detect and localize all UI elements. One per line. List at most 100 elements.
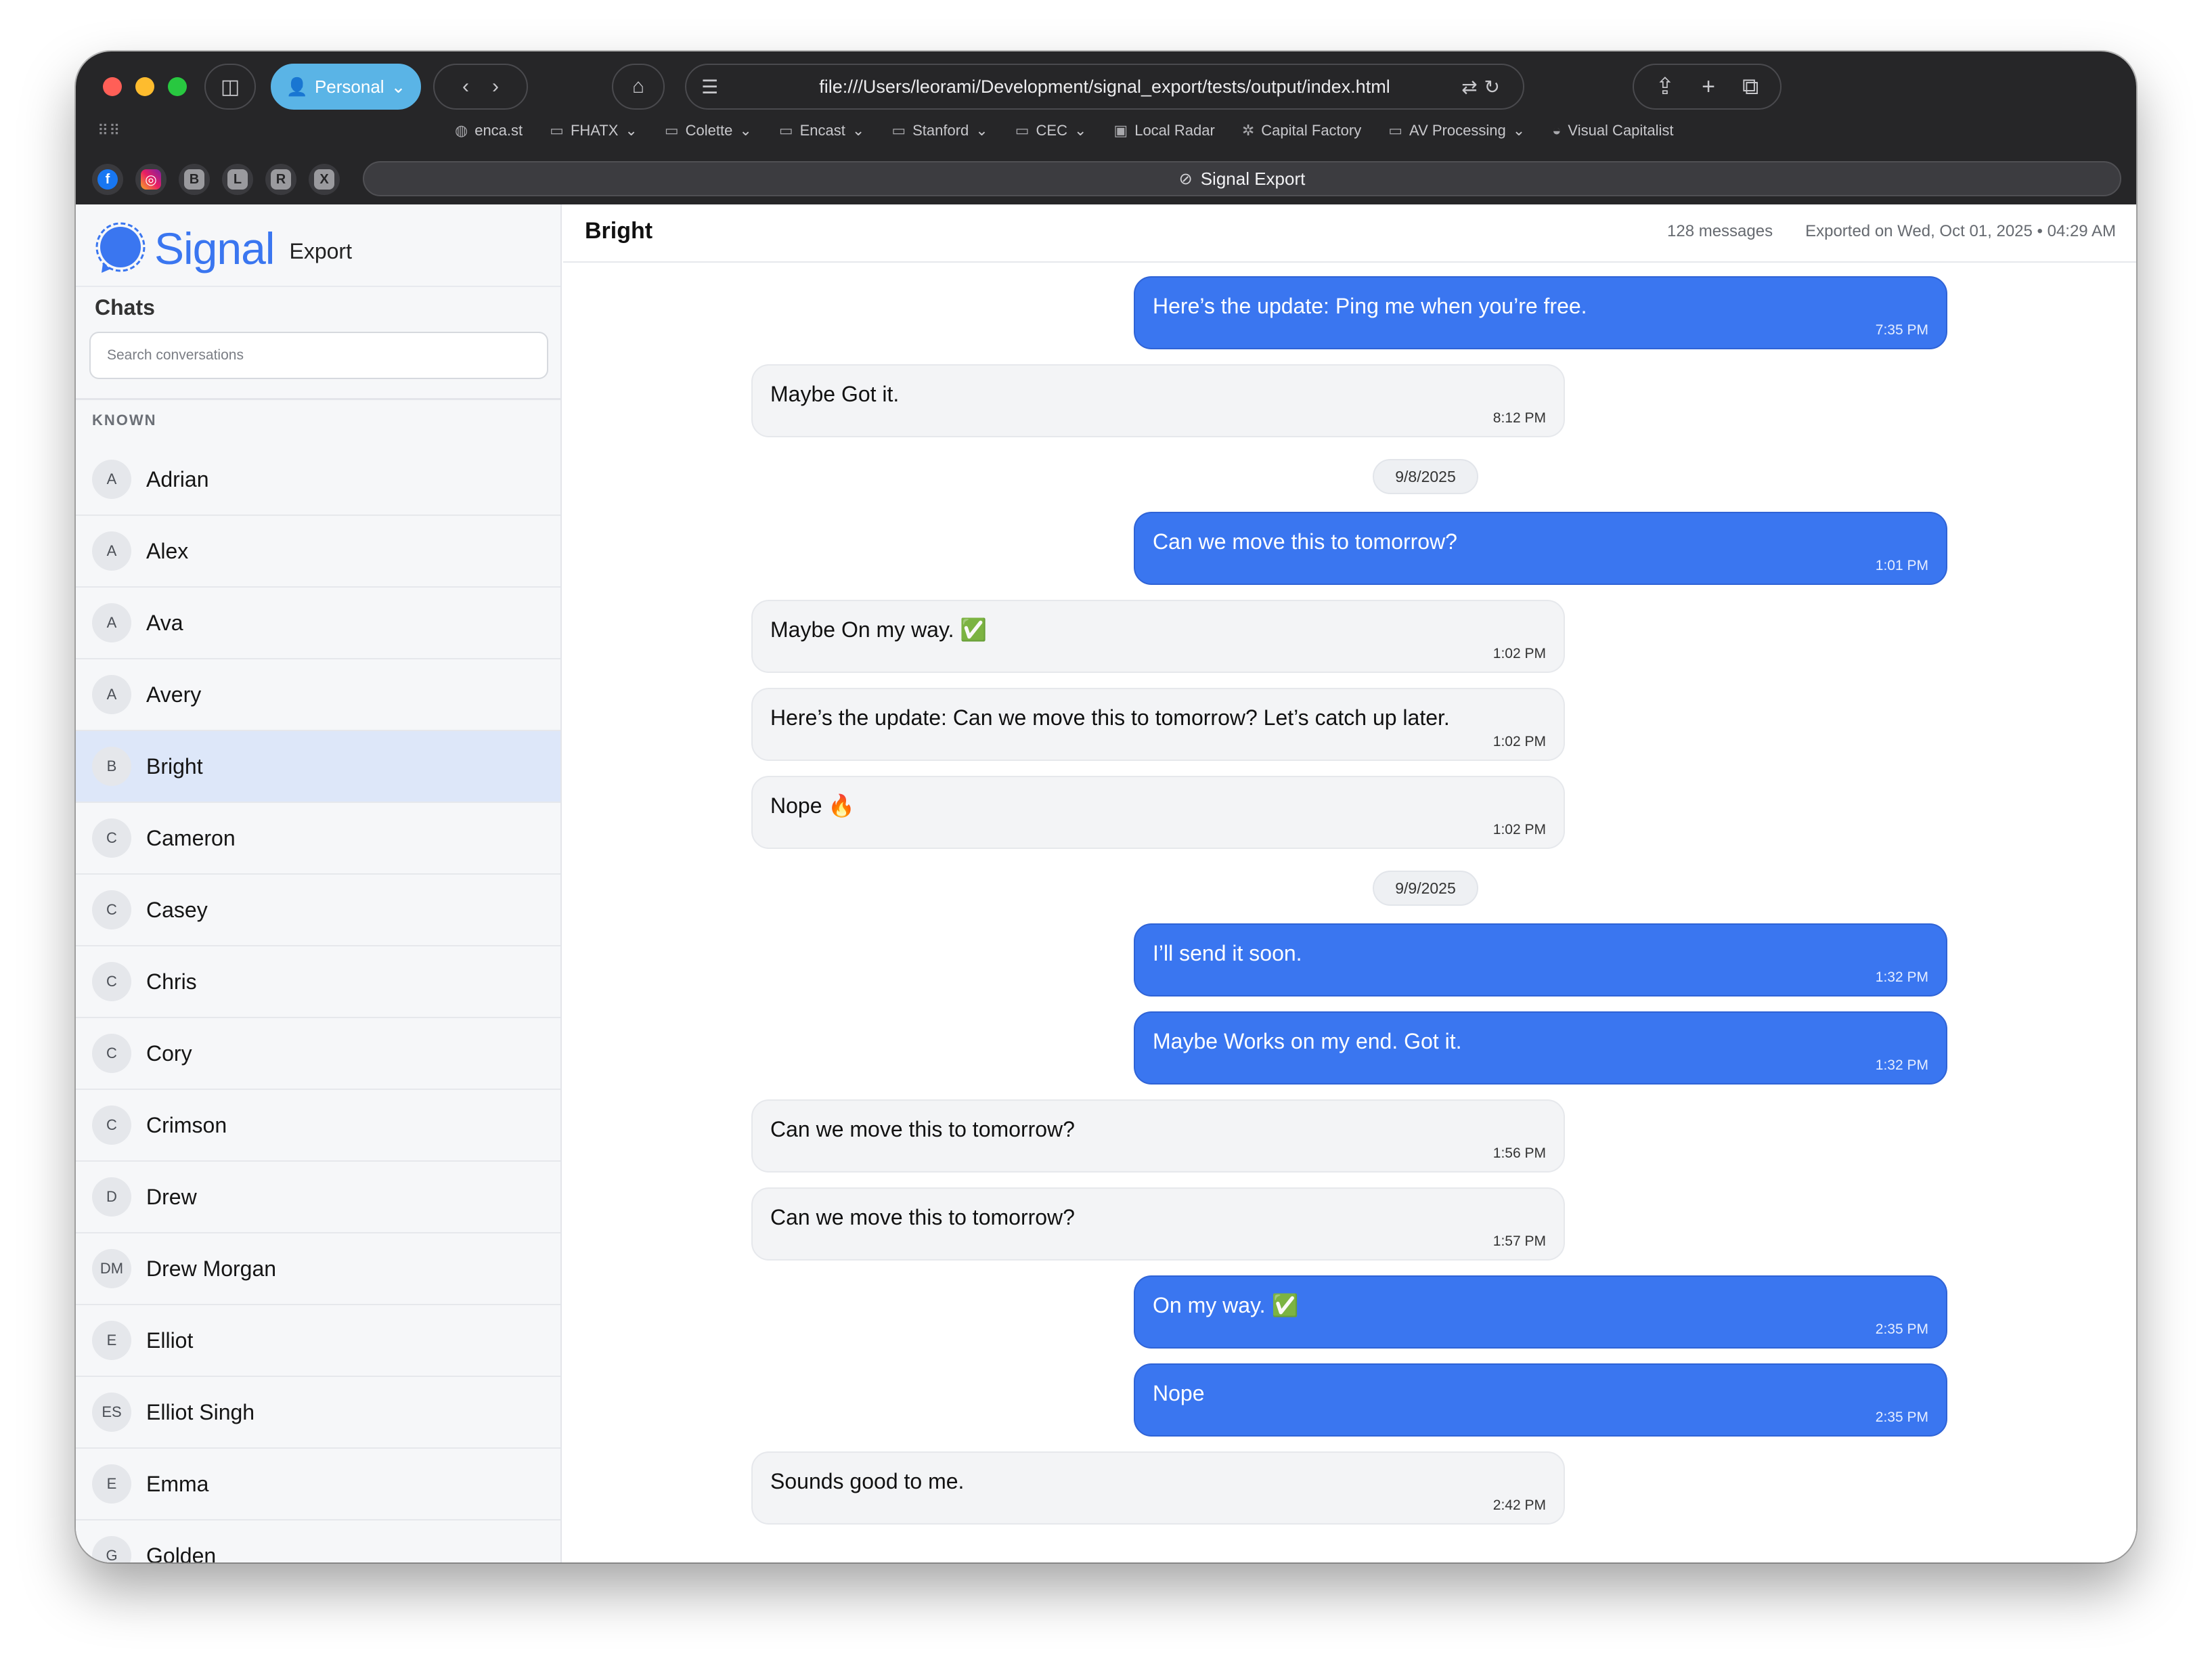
contact-item-alex[interactable]: A Alex — [76, 516, 560, 588]
contact-item-cory[interactable]: C Cory — [76, 1018, 560, 1090]
globe-icon: ◍ — [455, 122, 468, 139]
bookmark-folder[interactable]: ▭ AV Processing ⌄ — [1388, 122, 1525, 139]
contact-item-crimson[interactable]: C Crimson — [76, 1090, 560, 1162]
contact-name: Cameron — [146, 825, 236, 850]
folder-icon: ▭ — [1388, 122, 1403, 139]
contact-item-golden[interactable]: G Golden — [76, 1520, 560, 1562]
outgoing-message: Maybe Works on my end. Got it. 1:32 PM — [1134, 1011, 1947, 1085]
contact-name: Avery — [146, 682, 202, 707]
avatar: C — [92, 962, 131, 1001]
sidebar-icon: ◫ — [220, 75, 240, 98]
pinned-tab-r[interactable]: R — [265, 164, 296, 195]
share-icon[interactable]: ⇪ — [1656, 73, 1675, 100]
chat-sidebar: Signal Export Chats KNOWN A Adrian A Alex … — [76, 204, 562, 1562]
bookmark-folder[interactable]: ▭ FHATX ⌄ — [550, 122, 638, 139]
url-text: file:///Users/leorami/Development/signal… — [819, 76, 1390, 97]
bookmark-item[interactable]: ✲ Capital Factory — [1242, 122, 1361, 139]
message-time: 1:02 PM — [1492, 822, 1546, 837]
contact-item-cameron[interactable]: C Cameron — [76, 803, 560, 875]
chevron-down-icon: ⌄ — [391, 76, 406, 97]
bookmark-item[interactable]: ◒ Visual Capitalist — [1552, 122, 1673, 139]
pinned-tab-instagram[interactable]: ◎ — [135, 164, 167, 195]
reload-icon[interactable]: ↻ — [1484, 76, 1507, 97]
bookmark-item[interactable]: ▣ Local Radar — [1113, 122, 1214, 139]
contact-item-emma[interactable]: E Emma — [76, 1449, 560, 1520]
contact-name: Bright — [146, 753, 203, 779]
message-text: Can we move this to tomorrow? — [770, 1205, 1075, 1229]
pinned-tab-x[interactable]: X — [309, 164, 340, 195]
contact-item-elliot-singh[interactable]: ES Elliot Singh — [76, 1377, 560, 1449]
folder-icon: ▭ — [664, 122, 679, 139]
person-icon: 👤 — [286, 76, 308, 97]
bookmark-folder[interactable]: ▭ CEC ⌄ — [1015, 122, 1087, 139]
message-text: Maybe Got it. — [770, 382, 900, 406]
new-tab-icon[interactable]: + — [1702, 74, 1715, 100]
minimize-window-button[interactable] — [135, 77, 154, 96]
outgoing-message: Here’s the update: Ping me when you’re f… — [1134, 276, 1947, 349]
translate-icon[interactable]: ⇄ — [1461, 76, 1484, 97]
bookmark-folder[interactable]: ▭ Colette ⌄ — [665, 122, 752, 139]
contact-item-avery[interactable]: A Avery — [76, 659, 560, 731]
message-text: Here’s the update: Can we move this to t… — [770, 705, 1450, 730]
contact-item-elliot[interactable]: E Elliot — [76, 1305, 560, 1377]
avatar: A — [92, 603, 131, 642]
letter-b-icon: B — [184, 169, 204, 190]
message-time: 1:56 PM — [1492, 1145, 1546, 1161]
address-bar[interactable]: ☰ file:///Users/leorami/Development/sign… — [685, 64, 1524, 110]
bookmark-folder[interactable]: ▭ Stanford ⌄ — [891, 122, 988, 139]
bookmark-folder[interactable]: ▭ Encast ⌄ — [779, 122, 865, 139]
contact-item-drew[interactable]: D Drew — [76, 1162, 560, 1233]
bookmark-label: Colette — [685, 122, 733, 139]
pinned-tab-b[interactable]: B — [179, 164, 210, 195]
avatar: B — [92, 747, 131, 786]
contact-item-adrian[interactable]: A Adrian — [76, 444, 560, 516]
apps-grid-icon[interactable]: ⠿⠿ — [97, 122, 120, 139]
outgoing-message: Can we move this to tomorrow? 1:01 PM — [1134, 512, 1947, 585]
letter-l-icon: L — [227, 169, 248, 190]
back-button[interactable]: ‹ — [462, 75, 469, 98]
contact-item-bright[interactable]: B Bright — [76, 731, 560, 803]
search-input[interactable] — [89, 332, 548, 379]
message-time: 2:35 PM — [1875, 1409, 1928, 1425]
window-controls — [103, 77, 187, 96]
outgoing-message: I’ll send it soon. 1:32 PM — [1134, 923, 1947, 997]
bookmark-item[interactable]: ◍ enca.st — [455, 122, 523, 139]
star-icon: ✲ — [1241, 122, 1255, 139]
contact-name: Elliot — [146, 1328, 194, 1353]
zoom-window-button[interactable] — [168, 77, 187, 96]
contact-item-ava[interactable]: A Ava — [76, 588, 560, 659]
contact-name: Drew — [146, 1184, 197, 1209]
message-text: Can we move this to tomorrow? — [770, 1117, 1075, 1141]
tab-title: Signal Export — [1200, 168, 1306, 189]
pinned-tab-l[interactable]: L — [222, 164, 253, 195]
site-icon: ◒ — [1552, 122, 1562, 139]
message-time: 7:35 PM — [1875, 322, 1928, 338]
incoming-message: Here’s the update: Can we move this to t… — [751, 688, 1565, 761]
message-time: 2:35 PM — [1875, 1321, 1928, 1337]
avatar: A — [92, 531, 131, 571]
sidebar-toggle-button[interactable]: ◫ — [204, 64, 256, 110]
contact-item-casey[interactable]: C Casey — [76, 875, 560, 946]
message-count: 128 messages — [1667, 222, 1773, 240]
bookmarks-bar: ◍ enca.st ▭ FHATX ⌄ ▭ Colette ⌄ ▭ Encast ⌄ ▭ Sta… — [455, 122, 1674, 139]
forward-button[interactable]: › — [492, 75, 499, 98]
active-tab[interactable]: ⊘ Signal Export — [363, 161, 2121, 196]
avatar: C — [92, 890, 131, 929]
chats-heading: Chats — [95, 295, 155, 320]
profile-button[interactable]: 👤 Personal ⌄ — [271, 64, 421, 110]
contact-item-chris[interactable]: C Chris — [76, 946, 560, 1018]
outgoing-message: On my way. ✅ 2:35 PM — [1134, 1275, 1947, 1349]
message-text: I’ll send it soon. — [1153, 941, 1302, 965]
folder-icon: ▭ — [891, 122, 906, 139]
contact-name: Casey — [146, 897, 208, 922]
pinned-tab-facebook[interactable]: f — [92, 164, 123, 195]
conversation-pane: Bright 128 messages Exported on Wed, Oct… — [563, 204, 2136, 1562]
home-button[interactable]: ⌂ — [612, 64, 665, 110]
incoming-message: Can we move this to tomorrow? 1:56 PM — [751, 1099, 1565, 1173]
incoming-message: Can we move this to tomorrow? 1:57 PM — [751, 1187, 1565, 1261]
radar-icon: ▣ — [1113, 122, 1128, 139]
contact-name: Drew Morgan — [146, 1256, 277, 1281]
contact-item-drew-morgan[interactable]: DM Drew Morgan — [76, 1233, 560, 1305]
close-window-button[interactable] — [103, 77, 122, 96]
tab-overview-icon[interactable]: ⧉ — [1742, 74, 1758, 100]
